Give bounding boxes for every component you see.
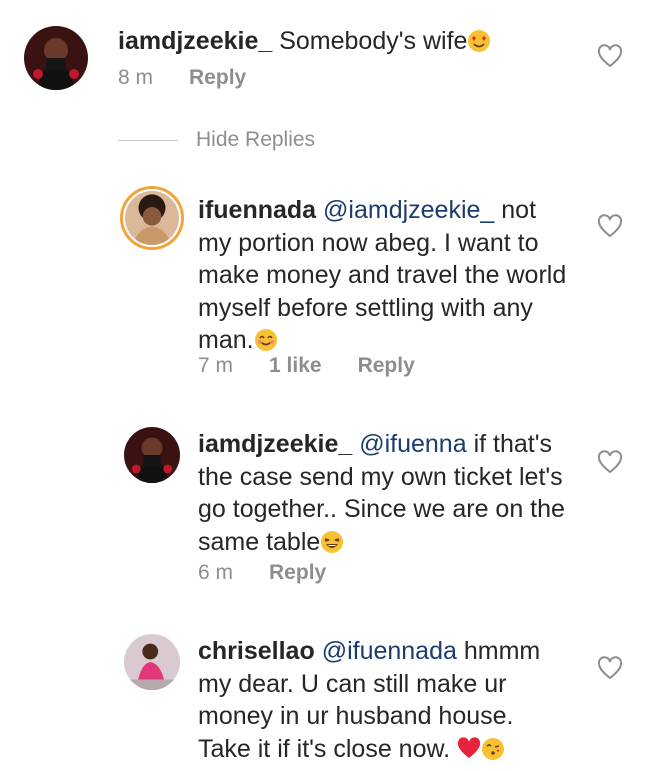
avatar-image	[125, 191, 179, 245]
mention-link[interactable]: @ifuennada	[322, 637, 457, 665]
reply-button[interactable]: Reply	[189, 66, 246, 90]
avatar[interactable]	[124, 427, 180, 483]
comment-meta: 8 m Reply	[118, 66, 246, 90]
divider-line	[118, 139, 178, 141]
comment-body: chrisellao @ifuennada hmmm my dear. U ca…	[198, 635, 608, 765]
comment-time: 8 m	[118, 66, 154, 89]
comment-body: iamdjzeekie_ @ifuenna if that's the case…	[198, 428, 608, 558]
avatar-image	[24, 26, 88, 90]
comment-time: 6 m	[198, 561, 234, 584]
comment-text: Somebody's wife	[279, 27, 468, 55]
avatar-image	[124, 427, 180, 483]
comment-time: 7 m	[198, 354, 234, 377]
comment-username[interactable]: ifuennada	[198, 196, 316, 224]
comment-username[interactable]: iamdjzeekie_	[118, 27, 272, 55]
comment-body: ifuennada @iamdjzeekie_ not my portion n…	[198, 194, 608, 357]
reply-button[interactable]: Reply	[269, 561, 326, 585]
like-heart-icon[interactable]	[597, 214, 623, 238]
comment-username[interactable]: iamdjzeekie_	[198, 430, 352, 458]
comment-body: iamdjzeekie_ Somebody's wife	[118, 25, 588, 58]
like-heart-icon[interactable]	[597, 44, 623, 68]
likes-count[interactable]: 1 like	[269, 354, 322, 378]
smiling-emoji-icon	[254, 328, 278, 352]
laughing-emoji-icon	[320, 530, 344, 554]
like-heart-icon[interactable]	[597, 450, 623, 474]
avatar[interactable]	[120, 186, 184, 250]
red-heart-emoji-icon	[457, 736, 481, 761]
avatar[interactable]	[124, 634, 180, 690]
comment-meta: 6 m Reply	[198, 561, 326, 585]
avatar[interactable]	[24, 26, 88, 90]
mention-link[interactable]: @iamdjzeekie_	[323, 196, 494, 224]
comment-username[interactable]: chrisellao	[198, 637, 315, 665]
kiss-emoji-icon	[481, 737, 505, 761]
comment-meta: 7 m 1 like Reply	[198, 354, 415, 378]
reply-button[interactable]: Reply	[358, 354, 415, 378]
mention-link[interactable]: @ifuenna	[359, 430, 466, 458]
avatar-image	[124, 634, 180, 690]
hide-replies-toggle[interactable]: Hide Replies	[118, 128, 315, 152]
hide-replies-label[interactable]: Hide Replies	[196, 128, 315, 152]
heart-eyes-emoji-icon	[467, 29, 491, 53]
like-heart-icon[interactable]	[597, 656, 623, 680]
